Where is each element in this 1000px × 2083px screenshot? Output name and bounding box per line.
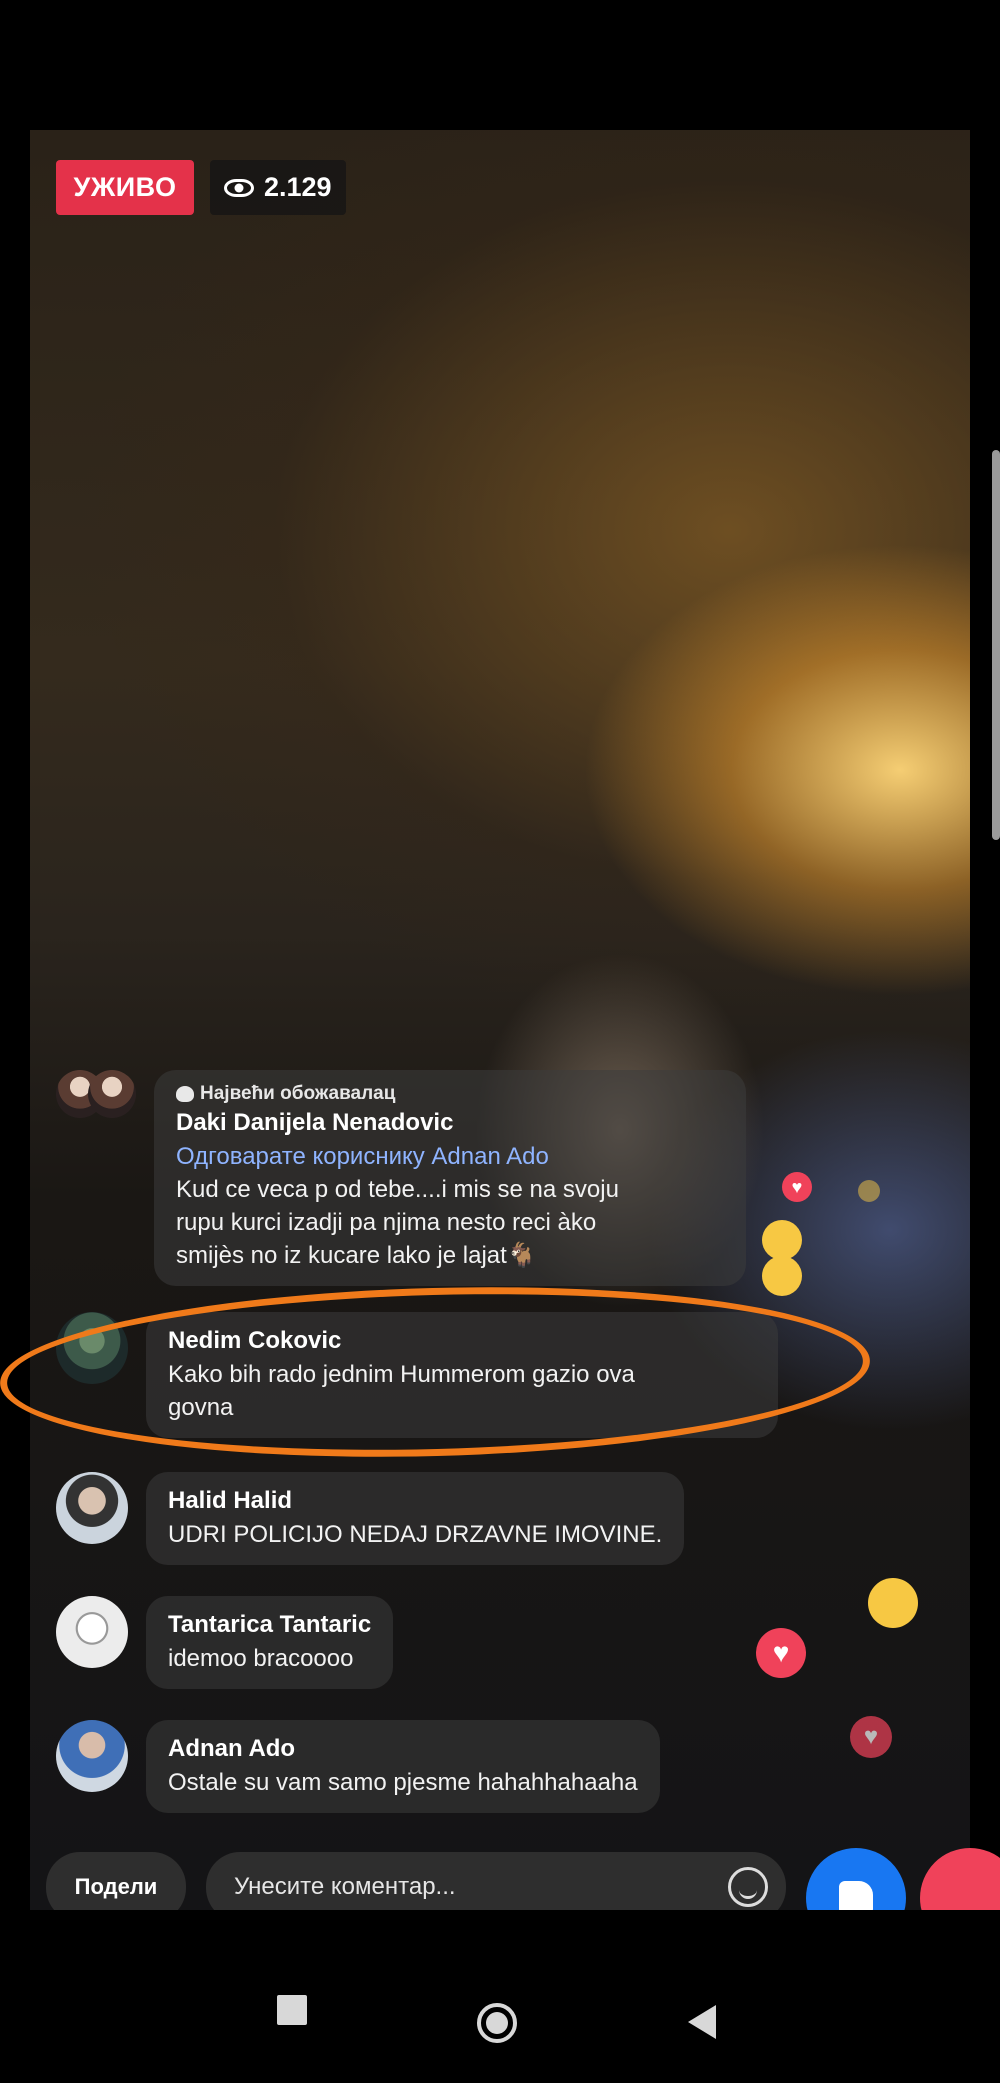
back-icon[interactable] (688, 2005, 716, 2039)
avatar[interactable] (56, 1472, 128, 1544)
sad-reaction-icon (868, 1578, 918, 1628)
recents-icon[interactable] (277, 1995, 307, 2025)
viewer-count-value: 2.129 (264, 172, 332, 202)
wow-reaction-icon (858, 1180, 880, 1202)
heart-reaction-icon: ♥ (850, 1716, 892, 1758)
top-fan-badge: Највећи обожавалац (176, 1082, 724, 1106)
comment-daki: Највећи обожавалац Daki Danijela Nenadov… (56, 1070, 746, 1286)
haha-reaction-icon (762, 1256, 802, 1296)
emoji-icon[interactable] (728, 1867, 768, 1907)
avatar[interactable] (56, 1720, 128, 1792)
reply-to-label[interactable]: Одговарате кориснику Adnan Ado (176, 1140, 724, 1173)
comment-bubble: Tantarica Tantaric idemoo bracoooo (146, 1596, 394, 1689)
avatar[interactable] (56, 1596, 128, 1668)
commenter-name[interactable]: Adnan Ado (168, 1732, 638, 1766)
home-icon[interactable] (477, 2003, 517, 2043)
live-badge: УЖИВО (56, 160, 194, 215)
viewer-count: 2.129 (210, 160, 346, 215)
top-fan-label: Највећи обожавалац (200, 1083, 396, 1104)
comment-text-line: smijès no iz kucare lako je lajat🐐 (176, 1242, 537, 1269)
heart-shield-icon (176, 1086, 194, 1102)
sad-reaction-icon (762, 1220, 802, 1260)
comment-text-line: UDRI POLICIJO NEDAJ DRZAVNE IMOVINE. (168, 1521, 663, 1548)
heart-reaction-icon: ♥ (756, 1628, 806, 1678)
comment-halid: Halid Halid UDRI POLICIJO NEDAJ DRZAVNE … (56, 1472, 685, 1565)
comment-bubble: Adnan Ado Ostale su vam samo pjesme haha… (146, 1720, 660, 1813)
comment-bubble: Највећи обожавалац Daki Danijela Nenadov… (154, 1070, 746, 1286)
heart-reaction-icon: ♥ (782, 1172, 812, 1202)
comment-text-line: rupu kurci izadji pa njima nesto reci àk… (176, 1209, 597, 1236)
comment-text-line: Kud ce veca p od tebe....i mis se na svo… (176, 1176, 619, 1203)
comment-text-line: idemoo bracoooo (168, 1645, 354, 1672)
comment-tantarica: Tantarica Tantaric idemoo bracoooo (56, 1596, 394, 1689)
commenter-name[interactable]: Halid Halid (168, 1484, 662, 1518)
eye-icon (224, 178, 254, 197)
avatar[interactable] (56, 1070, 136, 1142)
system-nav-bar (0, 1910, 1000, 2083)
comment-bubble: Halid Halid UDRI POLICIJO NEDAJ DRZAVNE … (146, 1472, 685, 1565)
comment-text-line: Ostale su vam samo pjesme hahahhahaaha (168, 1769, 638, 1796)
commenter-name[interactable]: Daki Danijela Nenadovic (176, 1106, 724, 1140)
commenter-name[interactable]: Tantarica Tantaric (168, 1608, 371, 1642)
comment-input-placeholder: Унесите коментар... (234, 1873, 456, 1900)
scrollbar[interactable] (992, 450, 1000, 840)
comment-adnan: Adnan Ado Ostale su vam samo pjesme haha… (56, 1720, 660, 1813)
